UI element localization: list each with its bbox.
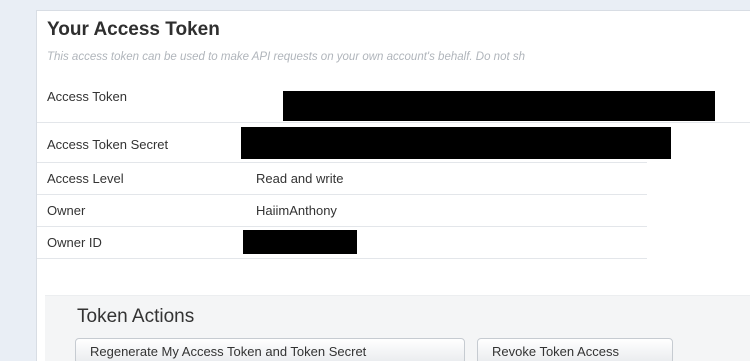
access-token-secret-redacted-value <box>241 127 671 159</box>
owner-id-row: Owner ID <box>37 227 647 257</box>
revoke-token-access-button[interactable]: Revoke Token Access <box>477 338 673 361</box>
owner-row: Owner HaiimAnthony <box>37 195 647 225</box>
token-actions-section: Token Actions Regenerate My Access Token… <box>45 295 750 361</box>
access-level-label: Access Level <box>47 171 124 186</box>
access-token-secret-row: Access Token Secret <box>37 127 750 159</box>
section-description: This access token can be used to make AP… <box>47 51 526 63</box>
owner-id-label: Owner ID <box>47 235 102 250</box>
access-token-panel: Your Access Token This access token can … <box>36 10 750 361</box>
owner-label: Owner <box>47 203 86 218</box>
owner-value: HaiimAnthony <box>256 203 337 218</box>
section-title: Your Access Token <box>47 19 220 40</box>
access-token-secret-label: Access Token Secret <box>47 137 169 152</box>
access-token-redacted-value <box>283 91 715 121</box>
access-level-value: Read and write <box>256 171 344 186</box>
row-divider <box>37 122 750 123</box>
access-level-row: Access Level Read and write <box>37 163 647 193</box>
token-actions-title: Token Actions <box>77 306 195 327</box>
access-token-row: Access Token <box>37 83 750 121</box>
owner-id-redacted-value <box>243 230 357 254</box>
row-divider <box>37 258 647 259</box>
regenerate-token-button[interactable]: Regenerate My Access Token and Token Sec… <box>75 338 465 361</box>
access-token-label: Access Token <box>47 89 127 104</box>
